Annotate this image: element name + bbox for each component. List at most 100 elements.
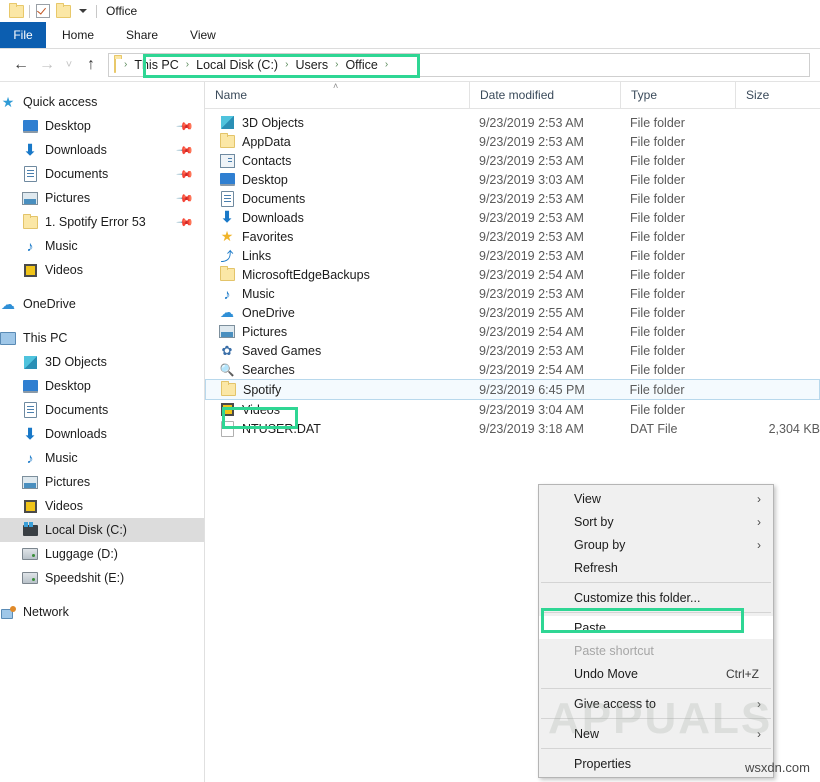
sidebar-item-pc-desktop[interactable]: Desktop bbox=[0, 374, 204, 398]
recent-locations-button[interactable]: ˅ bbox=[60, 52, 78, 78]
pin-icon[interactable]: 📌 bbox=[176, 117, 195, 136]
tab-home[interactable]: Home bbox=[46, 22, 110, 48]
sidebar-group-network[interactable]: Network bbox=[0, 600, 204, 624]
file-type: File folder bbox=[620, 230, 735, 244]
table-row[interactable]: AppData 9/23/2019 2:53 AM File folder bbox=[205, 132, 820, 151]
sidebar-label: Desktop bbox=[45, 119, 91, 133]
sidebar-item-pc-documents[interactable]: Documents bbox=[0, 398, 204, 422]
quick-access-toolbar[interactable] bbox=[6, 1, 100, 21]
sidebar-item-downloads[interactable]: ⬇ Downloads 📌 bbox=[0, 138, 204, 162]
menu-item-view[interactable]: View › bbox=[539, 487, 773, 510]
pin-icon[interactable]: 📌 bbox=[176, 213, 195, 232]
menu-item-customize-this-folder[interactable]: Customize this folder... bbox=[539, 586, 773, 609]
tab-file[interactable]: File bbox=[0, 22, 46, 48]
chevron-right-icon: › bbox=[757, 515, 761, 529]
pin-icon[interactable]: 📌 bbox=[176, 141, 195, 160]
breadcrumb-item-users[interactable]: Users bbox=[292, 58, 331, 72]
file-name-cell: MicrosoftEdgeBackups bbox=[205, 267, 469, 283]
table-row[interactable]: Pictures 9/23/2019 2:54 AM File folder bbox=[205, 322, 820, 341]
pin-icon[interactable]: 📌 bbox=[176, 165, 195, 184]
table-row[interactable]: ★ Favorites 9/23/2019 2:53 AM File folde… bbox=[205, 227, 820, 246]
sidebar-group-onedrive[interactable]: ☁ OneDrive bbox=[0, 292, 204, 316]
back-button[interactable]: ← bbox=[8, 52, 34, 78]
sidebar-item-pictures[interactable]: Pictures 📌 bbox=[0, 186, 204, 210]
menu-item-shortcut: Ctrl+Z bbox=[726, 667, 759, 681]
up-button[interactable]: ↑ bbox=[78, 52, 104, 78]
file-date: 9/23/2019 2:53 AM bbox=[469, 287, 620, 301]
tab-view[interactable]: View bbox=[174, 22, 232, 48]
file-date: 9/23/2019 3:18 AM bbox=[469, 422, 620, 436]
sidebar-item-pc-videos[interactable]: Videos bbox=[0, 494, 204, 518]
menu-item-undo-move[interactable]: Undo Move Ctrl+Z bbox=[539, 662, 773, 685]
sidebar-item-luggage-d[interactable]: Luggage (D:) bbox=[0, 542, 204, 566]
table-row[interactable]: 🔍 Searches 9/23/2019 2:54 AM File folder bbox=[205, 360, 820, 379]
breadcrumb-item-office[interactable]: Office bbox=[342, 58, 380, 72]
sidebar-item-speedshit-e[interactable]: Speedshit (E:) bbox=[0, 566, 204, 590]
breadcrumb[interactable]: › This PC › Local Disk (C:) › Users › Of… bbox=[108, 53, 810, 77]
customize-qat-caret-icon[interactable] bbox=[73, 1, 93, 21]
menu-item-paste[interactable]: Paste bbox=[539, 616, 773, 639]
file-name: Desktop bbox=[242, 173, 288, 187]
new-folder-icon[interactable] bbox=[53, 1, 73, 21]
sidebar-item-pc-downloads[interactable]: ⬇ Downloads bbox=[0, 422, 204, 446]
file-name-cell: Pictures bbox=[205, 324, 469, 340]
folder-icon[interactable] bbox=[6, 1, 26, 21]
breadcrumb-separator-2[interactable]: › bbox=[281, 60, 292, 70]
menu-separator bbox=[541, 582, 771, 583]
breadcrumb-item-this-pc[interactable]: This PC bbox=[131, 58, 181, 72]
table-row[interactable]: Videos 9/23/2019 3:04 AM File folder bbox=[205, 400, 820, 419]
table-row[interactable]: MicrosoftEdgeBackups 9/23/2019 2:54 AM F… bbox=[205, 265, 820, 284]
sidebar-item-music[interactable]: ♪ Music bbox=[0, 234, 204, 258]
sidebar-item-pc-music[interactable]: ♪ Music bbox=[0, 446, 204, 470]
menu-item-refresh[interactable]: Refresh bbox=[539, 556, 773, 579]
table-row[interactable]: Contacts 9/23/2019 2:53 AM File folder bbox=[205, 151, 820, 170]
column-header-date-modified[interactable]: Date modified bbox=[469, 82, 620, 108]
chevron-right-icon: › bbox=[757, 538, 761, 552]
context-menu[interactable]: View › Sort by › Group by › Refresh Cust… bbox=[538, 484, 774, 778]
sidebar-item-local-disk-c[interactable]: Local Disk (C:) bbox=[0, 518, 204, 542]
menu-item-label: Properties bbox=[574, 757, 631, 771]
table-row[interactable]: Desktop 9/23/2019 3:03 AM File folder bbox=[205, 170, 820, 189]
table-row[interactable]: ✿ Saved Games 9/23/2019 2:53 AM File fol… bbox=[205, 341, 820, 360]
table-row[interactable]: ☁ OneDrive 9/23/2019 2:55 AM File folder bbox=[205, 303, 820, 322]
desktop-icon bbox=[22, 118, 38, 134]
column-header-type[interactable]: Type bbox=[620, 82, 735, 108]
forward-button[interactable]: → bbox=[34, 52, 60, 78]
tab-share[interactable]: Share bbox=[110, 22, 174, 48]
sidebar-item-documents[interactable]: Documents 📌 bbox=[0, 162, 204, 186]
table-row[interactable]: Documents 9/23/2019 2:53 AM File folder bbox=[205, 189, 820, 208]
sidebar-item-3d-objects[interactable]: 3D Objects bbox=[0, 350, 204, 374]
sidebar-item-videos[interactable]: Videos bbox=[0, 258, 204, 282]
menu-item-group-by[interactable]: Group by › bbox=[539, 533, 773, 556]
menu-item-new[interactable]: New › bbox=[539, 722, 773, 745]
sidebar-group-quick-access[interactable]: ★ Quick access bbox=[0, 90, 204, 114]
drive-icon bbox=[22, 546, 38, 562]
file-name: Videos bbox=[242, 403, 280, 417]
breadcrumb-separator-3[interactable]: › bbox=[331, 60, 342, 70]
table-row[interactable]: ⬇ Downloads 9/23/2019 2:53 AM File folde… bbox=[205, 208, 820, 227]
sidebar-item-desktop[interactable]: Desktop 📌 bbox=[0, 114, 204, 138]
table-row[interactable]: ♪ Music 9/23/2019 2:53 AM File folder bbox=[205, 284, 820, 303]
table-row[interactable]: 3D Objects 9/23/2019 2:53 AM File folder bbox=[205, 113, 820, 132]
breadcrumb-separator-4[interactable]: › bbox=[381, 60, 392, 70]
breadcrumb-separator-0[interactable]: › bbox=[120, 60, 131, 70]
breadcrumb-separator-1[interactable]: › bbox=[182, 60, 193, 70]
column-header-size[interactable]: Size bbox=[735, 82, 815, 108]
sidebar-group-this-pc[interactable]: This PC bbox=[0, 326, 204, 350]
column-header-name[interactable]: Name ˄ bbox=[205, 82, 469, 108]
dat-file-icon bbox=[219, 421, 235, 437]
table-row[interactable]: NTUSER.DAT 9/23/2019 3:18 AM DAT File 2,… bbox=[205, 419, 820, 438]
sidebar-label: Speedshit (E:) bbox=[45, 571, 124, 585]
table-row-selected-spotify[interactable]: Spotify 9/23/2019 6:45 PM File folder bbox=[205, 379, 820, 400]
menu-item-sort-by[interactable]: Sort by › bbox=[539, 510, 773, 533]
pin-icon[interactable]: 📌 bbox=[176, 189, 195, 208]
sidebar-item-spotify-error-53[interactable]: 1. Spotify Error 53 📌 bbox=[0, 210, 204, 234]
table-row[interactable]: ⤴ Links 9/23/2019 2:53 AM File folder bbox=[205, 246, 820, 265]
file-type: File folder bbox=[620, 154, 735, 168]
menu-item-give-access-to[interactable]: Give access to › bbox=[539, 692, 773, 715]
breadcrumb-item-local-disk[interactable]: Local Disk (C:) bbox=[193, 58, 281, 72]
sidebar-item-pc-pictures[interactable]: Pictures bbox=[0, 470, 204, 494]
properties-check-icon[interactable] bbox=[33, 1, 53, 21]
navigation-pane[interactable]: ★ Quick access Desktop 📌 ⬇ Downloads 📌 D… bbox=[0, 82, 205, 782]
menu-item-properties[interactable]: Properties bbox=[539, 752, 773, 775]
